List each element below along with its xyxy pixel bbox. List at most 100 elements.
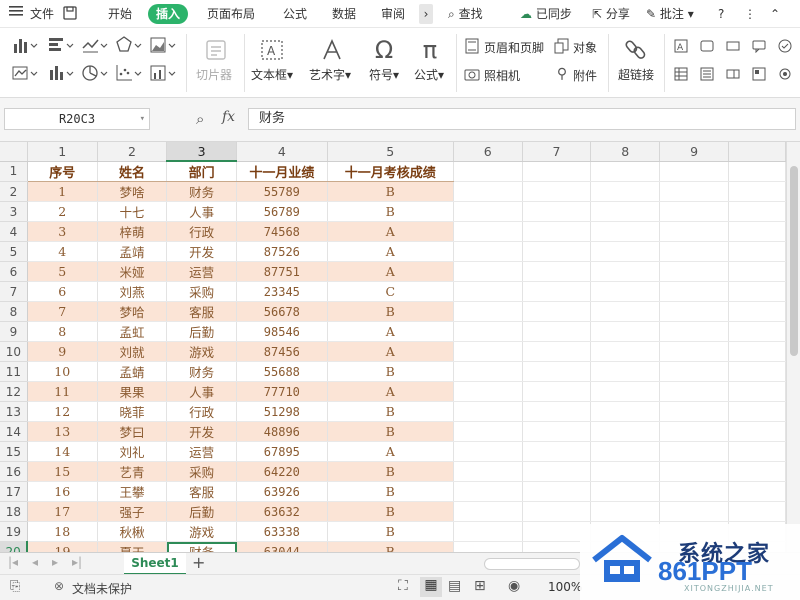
scrollbar-thumb[interactable] — [790, 166, 798, 356]
data-cell[interactable]: 23345 — [236, 281, 328, 302]
data-cell[interactable]: 财务 — [166, 541, 237, 552]
data-cell[interactable]: 1 — [27, 181, 98, 202]
text-frame-icon[interactable]: A — [672, 38, 690, 54]
data-cell[interactable]: 孟靖 — [97, 241, 168, 262]
data-cell[interactable]: 开发 — [166, 421, 237, 442]
empty-cell[interactable] — [522, 281, 592, 302]
empty-cell[interactable] — [453, 341, 523, 362]
data-cell[interactable]: 游戏 — [166, 341, 237, 362]
rectangle-shape-icon[interactable] — [724, 38, 742, 54]
empty-cell[interactable] — [522, 341, 592, 362]
horizontal-scrollbar[interactable] — [484, 558, 580, 570]
save-icon[interactable] — [62, 5, 78, 25]
empty-cell[interactable] — [659, 501, 729, 522]
tab-insert[interactable]: 插入 — [148, 4, 189, 24]
more-tabs-chevron-icon[interactable]: › — [419, 4, 433, 24]
data-cell[interactable]: B — [327, 181, 454, 202]
data-cell[interactable]: 王攀 — [97, 481, 168, 502]
empty-cell[interactable] — [590, 321, 661, 342]
column-header-selected[interactable]: 3 — [166, 142, 237, 162]
data-cell[interactable]: 果果 — [97, 381, 168, 402]
data-cell[interactable]: 梦曰 — [97, 421, 168, 442]
data-cell[interactable]: 4 — [27, 241, 98, 262]
empty-cell[interactable] — [522, 301, 592, 322]
object-icon[interactable] — [554, 38, 570, 54]
data-cell[interactable]: 米娅 — [97, 261, 168, 282]
data-cell[interactable]: 孟蜻 — [97, 361, 168, 382]
data-cell[interactable]: 87456 — [236, 341, 328, 362]
empty-cell[interactable] — [590, 501, 661, 522]
data-cell[interactable]: 14 — [27, 441, 98, 462]
data-cell[interactable]: 采购 — [166, 461, 237, 482]
spreadsheet-grid[interactable]: 1 2 3 4 5 6 7 8 9 1 序号 姓名 部门 十一月业绩 十一月考核成绩 2 1 梦… — [0, 142, 786, 552]
row-header[interactable]: 8 — [0, 301, 28, 322]
empty-cell[interactable] — [453, 261, 523, 282]
empty-cell[interactable] — [728, 501, 786, 522]
row-header[interactable]: 13 — [0, 401, 28, 422]
data-cell[interactable]: 行政 — [166, 221, 237, 242]
empty-cell[interactable] — [590, 341, 661, 362]
row-header[interactable]: 17 — [0, 481, 28, 502]
name-box[interactable]: R20C3 ▾ — [4, 108, 150, 130]
empty-cell[interactable] — [453, 221, 523, 242]
empty-cell[interactable] — [453, 441, 523, 462]
data-cell[interactable]: 17 — [27, 501, 98, 522]
cylinder-shape-icon[interactable] — [698, 38, 716, 54]
column-header[interactable]: 9 — [659, 142, 729, 162]
row-header[interactable]: 11 — [0, 361, 28, 382]
data-cell[interactable]: B — [327, 401, 454, 422]
data-cell[interactable]: 6 — [27, 281, 98, 302]
empty-cell[interactable] — [659, 301, 729, 322]
empty-cell[interactable] — [522, 421, 592, 442]
comment-button[interactable]: ✎ 批注 ▾ — [646, 4, 694, 24]
data-cell[interactable]: 8 — [27, 321, 98, 342]
empty-cell[interactable] — [590, 441, 661, 462]
textbox-label[interactable]: 文本框▾ — [251, 66, 293, 83]
empty-cell[interactable] — [728, 261, 786, 282]
data-cell[interactable]: A — [327, 221, 454, 242]
data-cell[interactable]: 11 — [27, 381, 98, 402]
column-header[interactable]: 2 — [97, 142, 168, 162]
vertical-scrollbar[interactable] — [786, 142, 800, 552]
empty-cell[interactable] — [728, 201, 786, 222]
empty-cell[interactable] — [453, 541, 523, 552]
column-title-cell[interactable]: 姓名 — [97, 161, 168, 182]
data-cell[interactable]: B — [327, 361, 454, 382]
formula-label[interactable]: 公式▾ — [414, 66, 444, 83]
row-header[interactable]: 9 — [0, 321, 28, 342]
data-cell[interactable]: 秋楸 — [97, 521, 168, 542]
column-header[interactable]: 1 — [27, 142, 98, 162]
empty-cell[interactable] — [453, 421, 523, 442]
data-cell[interactable]: 15 — [27, 461, 98, 482]
empty-cell[interactable] — [453, 401, 523, 422]
empty-cell[interactable] — [453, 241, 523, 262]
list-box-icon[interactable] — [698, 66, 716, 82]
data-cell[interactable]: 运营 — [166, 261, 237, 282]
empty-cell[interactable] — [590, 461, 661, 482]
row-header[interactable]: 14 — [0, 421, 28, 442]
empty-cell[interactable] — [453, 481, 523, 502]
row-header[interactable]: 4 — [0, 221, 28, 242]
data-cell[interactable]: A — [327, 441, 454, 462]
empty-cell[interactable] — [659, 321, 729, 342]
empty-cell[interactable] — [659, 341, 729, 362]
data-cell[interactable]: 3 — [27, 221, 98, 242]
row-header[interactable]: 16 — [0, 461, 28, 482]
stock-chart-icon[interactable] — [10, 62, 40, 84]
data-cell[interactable]: 2 — [27, 201, 98, 222]
empty-cell[interactable] — [728, 461, 786, 482]
camera-icon[interactable] — [464, 66, 480, 82]
attachment-button[interactable]: 附件 — [573, 67, 597, 84]
data-cell[interactable]: B — [327, 421, 454, 442]
data-cell[interactable]: 梦啥 — [97, 181, 168, 202]
empty-cell[interactable] — [590, 401, 661, 422]
column-header[interactable]: 6 — [453, 142, 523, 162]
hyperlink-label[interactable]: 超链接 — [618, 66, 654, 83]
empty-cell[interactable] — [728, 401, 786, 422]
header-footer-button[interactable]: 页眉和页脚 — [484, 39, 544, 56]
empty-cell[interactable] — [728, 421, 786, 442]
data-cell[interactable]: 67895 — [236, 441, 328, 462]
row-header[interactable]: 15 — [0, 441, 28, 462]
empty-cell[interactable] — [522, 241, 592, 262]
empty-cell[interactable] — [728, 241, 786, 262]
